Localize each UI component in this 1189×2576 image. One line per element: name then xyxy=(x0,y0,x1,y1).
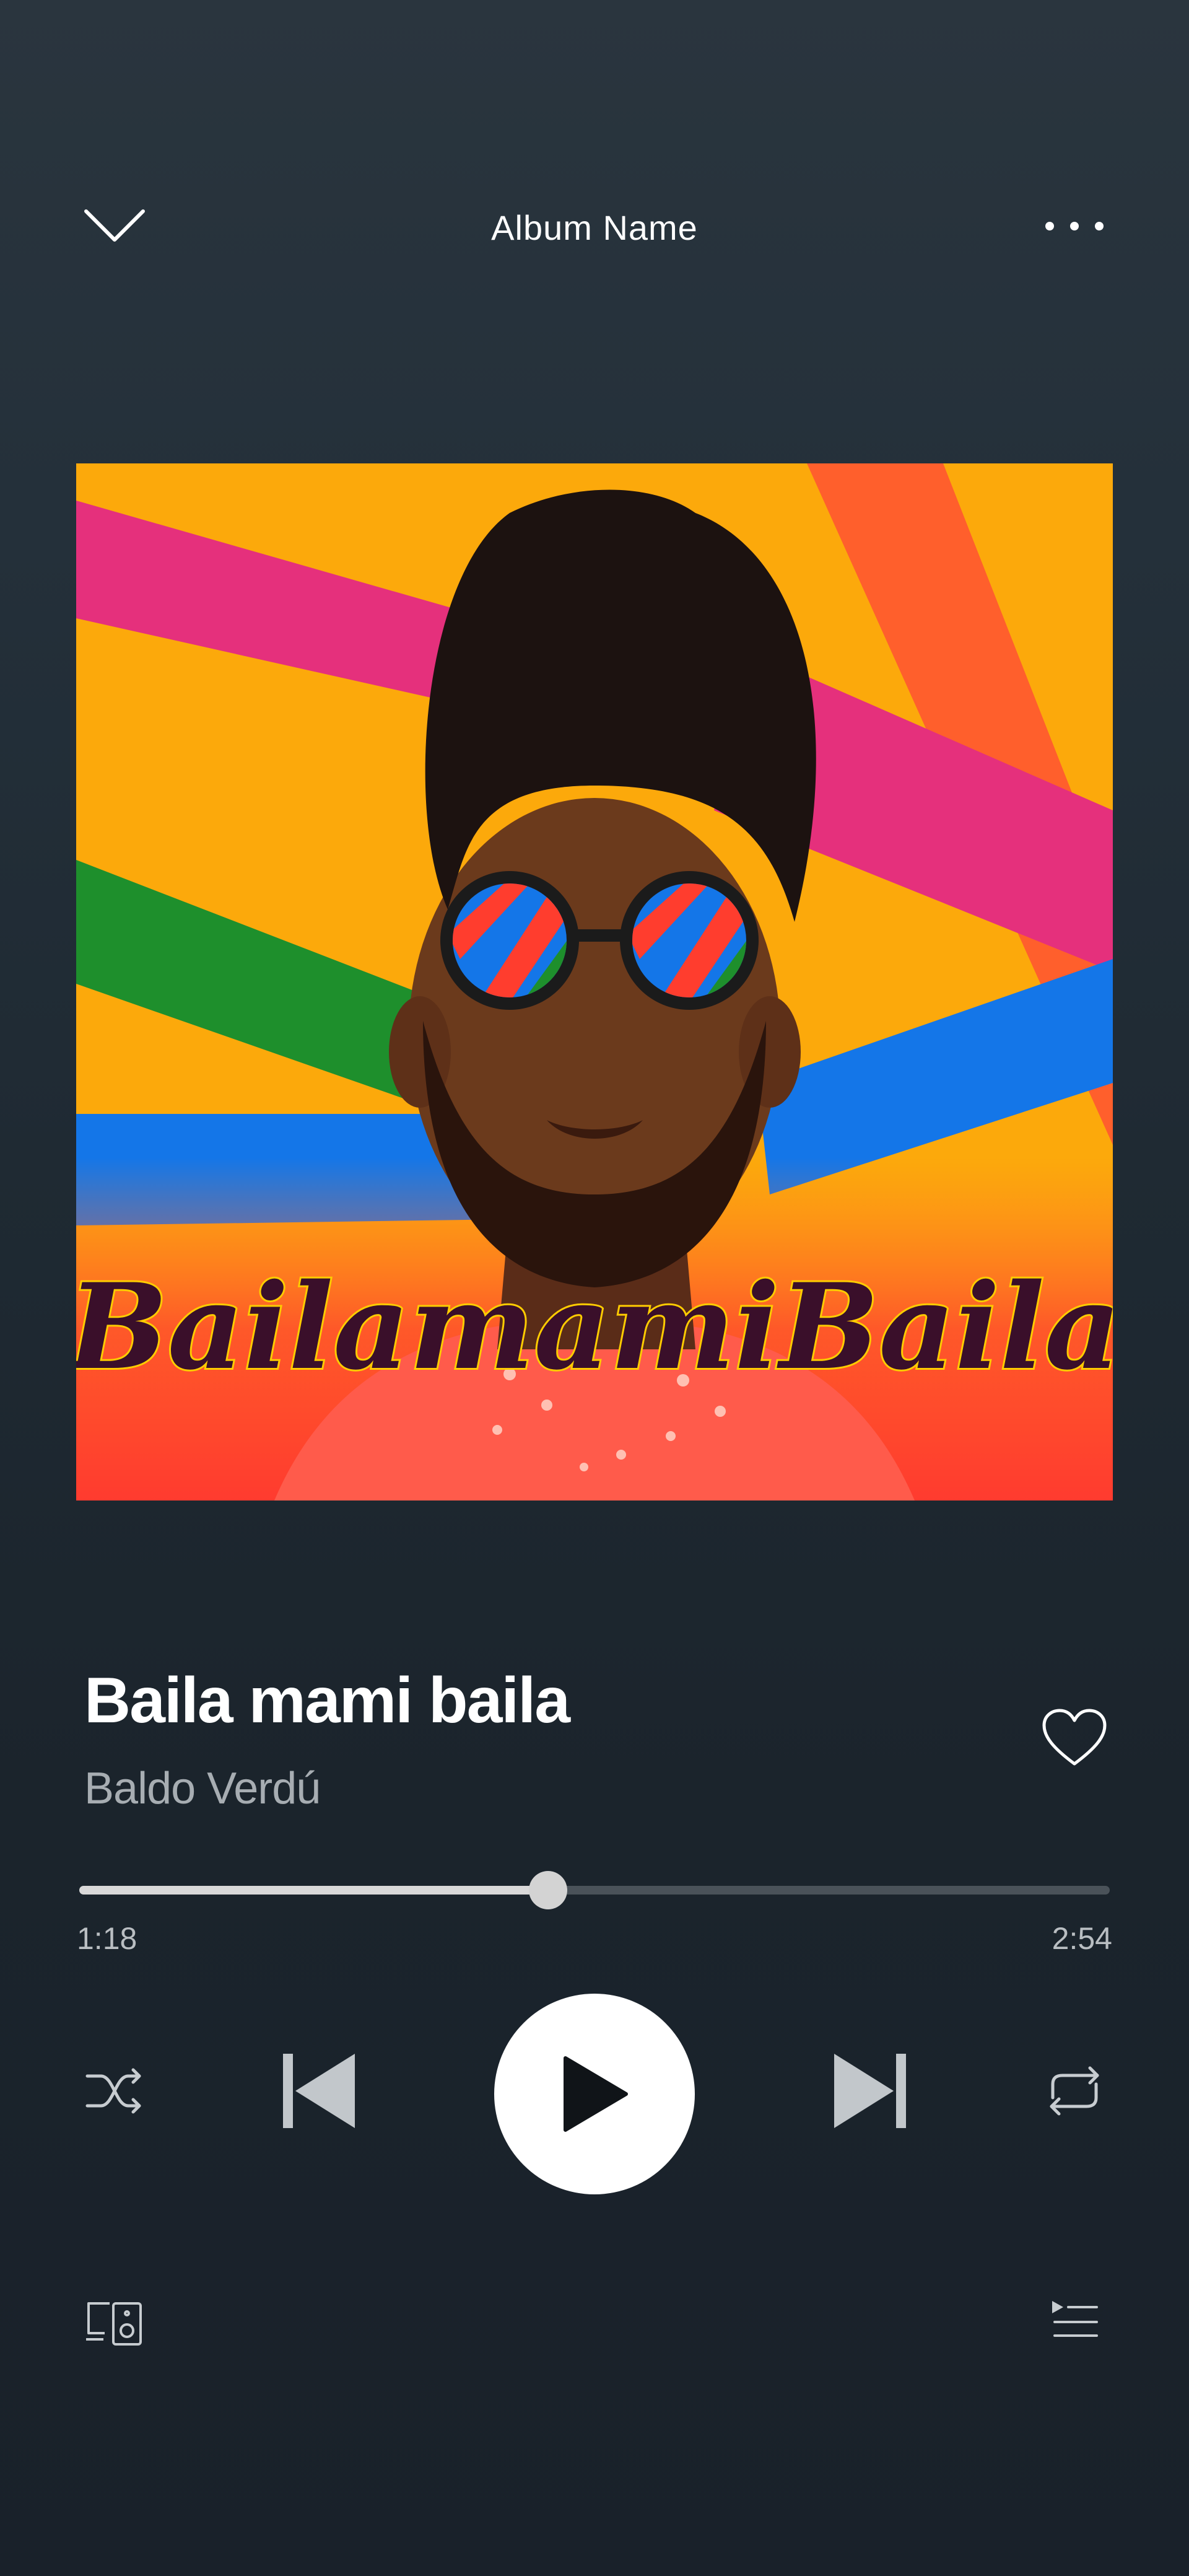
play-icon xyxy=(564,2056,628,2132)
artwork-lettering: BailamamiBaila xyxy=(76,1258,1113,1396)
progress-bar[interactable] xyxy=(79,1871,1110,1909)
repeat-icon xyxy=(1050,2066,1099,2116)
skip-next-icon xyxy=(834,2054,906,2128)
skip-previous-icon xyxy=(283,2054,355,2128)
queue-icon xyxy=(1052,2301,1098,2337)
connect-devices-button[interactable] xyxy=(68,2280,161,2367)
shuffle-icon xyxy=(85,2068,141,2114)
album-name: Album Name xyxy=(491,208,698,247)
more-horizontal-icon xyxy=(1045,222,1104,230)
next-button[interactable] xyxy=(824,2044,917,2137)
shuffle-button[interactable] xyxy=(68,2044,161,2137)
track-artist[interactable]: Baldo Verdú xyxy=(84,1763,321,1814)
elapsed-time: 1:18 xyxy=(77,1921,137,1956)
previous-button[interactable] xyxy=(272,2044,365,2137)
more-options-button[interactable] xyxy=(1028,186,1121,266)
now-playing-screen: Album Name BailamamiBaila Baila mami bai… xyxy=(0,0,1189,2576)
collapse-button[interactable] xyxy=(68,186,161,266)
progress-fill xyxy=(79,1886,549,1895)
progress-thumb[interactable] xyxy=(529,1871,568,1909)
devices-icon xyxy=(86,2302,142,2346)
chevron-down-icon xyxy=(84,209,145,242)
play-button[interactable] xyxy=(494,1994,695,2194)
album-artwork: BailamamiBaila xyxy=(76,463,1113,1500)
repeat-button[interactable] xyxy=(1028,2044,1121,2137)
album-artwork-illustration: BailamamiBaila xyxy=(76,463,1113,1500)
heart-icon xyxy=(1042,1709,1107,1766)
queue-button[interactable] xyxy=(1028,2280,1121,2367)
track-title: Baila mami baila xyxy=(84,1665,570,1737)
total-duration: 2:54 xyxy=(1052,1921,1112,1956)
like-button[interactable] xyxy=(1028,1698,1121,1778)
